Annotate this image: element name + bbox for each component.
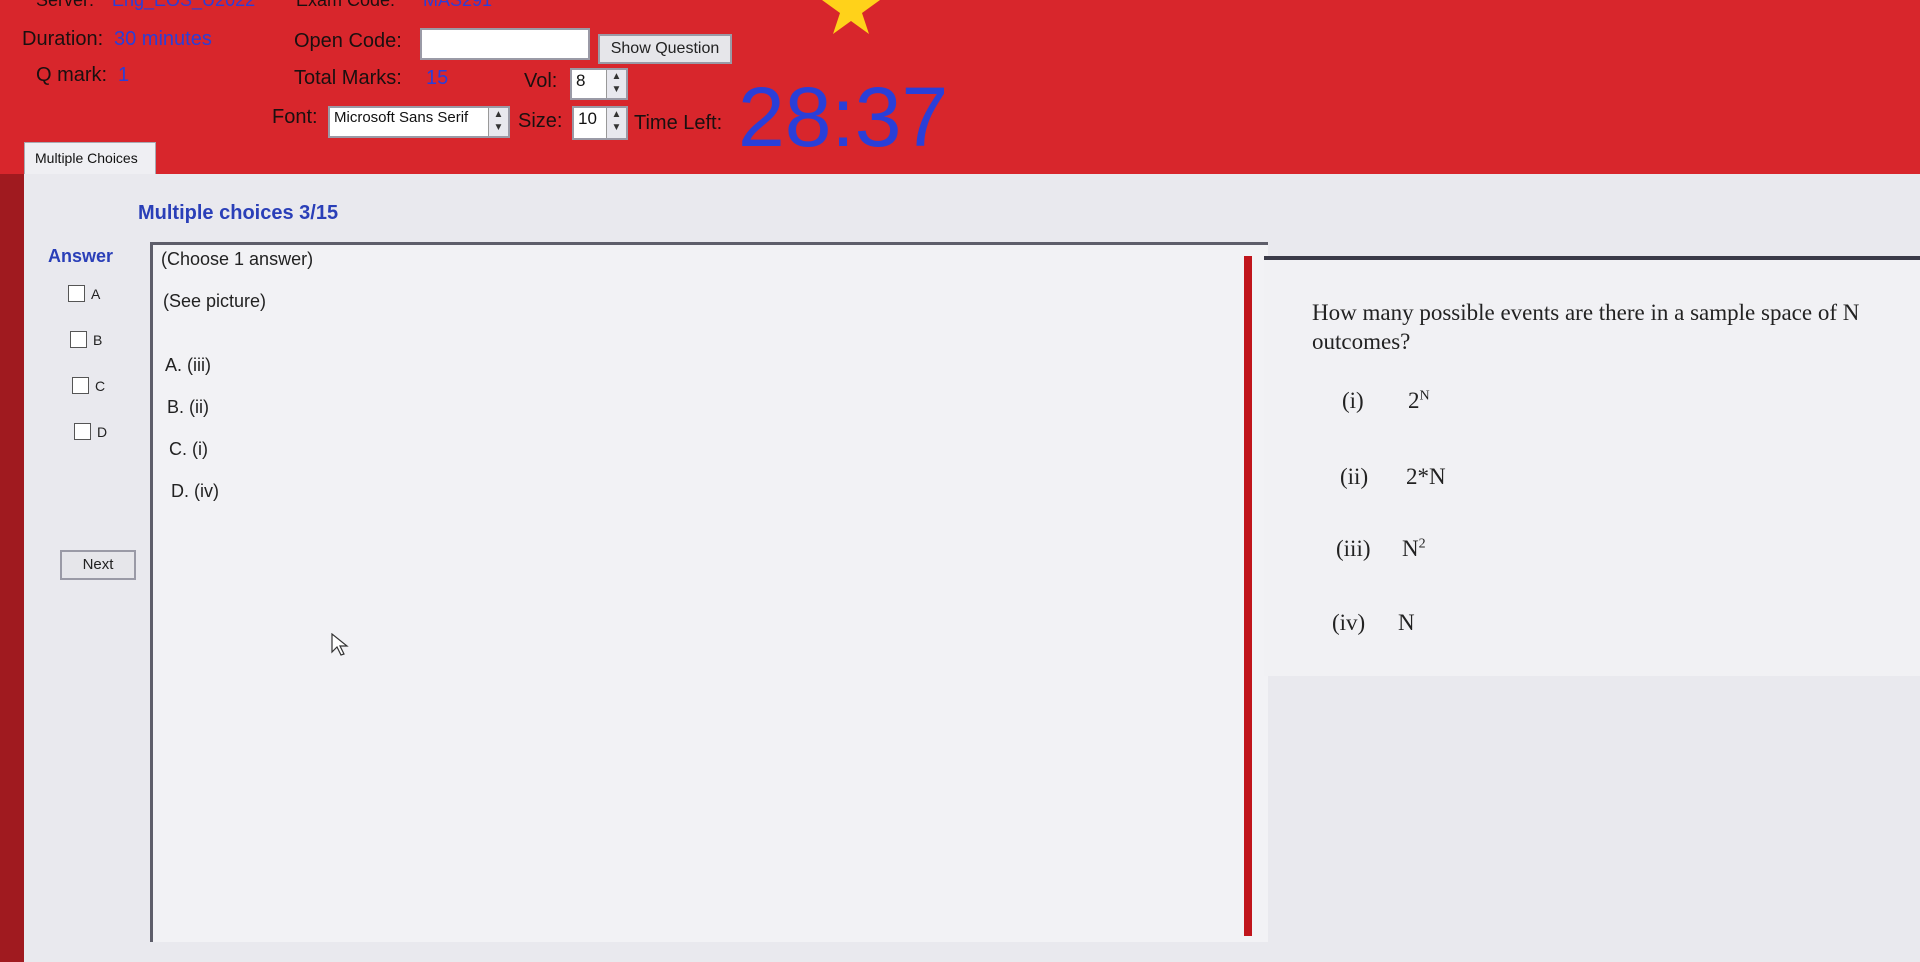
exam-code-label: Exam Code:	[296, 0, 396, 10]
exam-code-value: MAS291	[423, 0, 493, 10]
size-spinner[interactable]: 10 ▲ ▼	[572, 106, 628, 140]
vol-spinner[interactable]: 8 ▲ ▼	[570, 68, 628, 100]
divider	[1244, 256, 1252, 936]
picture-item-expression: 2N	[1408, 388, 1430, 413]
mouse-cursor-icon	[331, 633, 349, 656]
choice-c: C. (i)	[169, 439, 208, 459]
instruction-text: (Choose 1 answer)	[161, 249, 314, 269]
open-code-label: Open Code:	[294, 30, 402, 52]
time-left-label: Time Left:	[634, 112, 723, 134]
countdown-timer: 28:37	[738, 70, 949, 164]
checkbox[interactable]	[70, 331, 87, 349]
total-marks-value: 15	[426, 67, 449, 89]
duration-value: 30 minutes	[114, 28, 212, 50]
checkbox[interactable]	[68, 285, 85, 303]
font-label: Font:	[272, 106, 318, 128]
option-label: A	[91, 285, 101, 302]
panel-title: Multiple choices 3/15	[138, 202, 339, 224]
q-mark-label: Q mark:	[36, 64, 108, 86]
size-value: 10	[578, 109, 597, 128]
checkbox[interactable]	[72, 377, 89, 395]
font-value: Microsoft Sans Serif	[334, 109, 469, 126]
picture-item-roman: (iii)	[1336, 536, 1371, 561]
font-select[interactable]: Microsoft Sans Serif ▲ ▼	[328, 106, 510, 138]
see-picture-text: (See picture)	[163, 291, 267, 311]
option-label: B	[93, 331, 103, 348]
left-edge	[0, 174, 24, 962]
picture-item-expression: 2*N	[1406, 464, 1446, 489]
answer-option-d[interactable]: D	[74, 423, 107, 441]
server-value: Eng_EOS_U2022	[112, 0, 256, 10]
server-label: Server:	[36, 0, 95, 10]
duration-label: Duration:	[22, 28, 104, 50]
next-button[interactable]: Next	[60, 550, 136, 580]
star-icon	[822, 0, 880, 34]
spinner-arrows-icon[interactable]: ▲ ▼	[606, 70, 626, 98]
picture-item-expression: N2	[1402, 536, 1426, 561]
picture-item-roman: (iv)	[1332, 610, 1366, 635]
spinner-arrows-icon[interactable]: ▲ ▼	[606, 108, 626, 138]
option-label: C	[95, 377, 106, 394]
picture-question-text: How many possible events are there in a …	[1312, 300, 1860, 354]
checkbox[interactable]	[74, 423, 91, 441]
picture-item-roman: (ii)	[1340, 464, 1369, 489]
total-marks-label: Total Marks:	[294, 67, 402, 89]
choice-a: A. (iii)	[165, 355, 211, 375]
tab-multiple-choices[interactable]: Multiple Choices	[24, 142, 156, 174]
vol-value: 8	[576, 71, 586, 90]
show-question-button[interactable]: Show Question	[598, 34, 732, 64]
option-label: D	[97, 423, 108, 440]
q-mark-value: 1	[118, 64, 130, 86]
answer-option-c[interactable]: C	[72, 377, 105, 395]
question-text-box: (Choose 1 answer) (See picture) A. (iii)…	[150, 242, 1268, 942]
choice-b: B. (ii)	[167, 397, 209, 417]
choice-d: D. (iv)	[171, 481, 219, 501]
size-label: Size:	[518, 110, 563, 132]
picture-item-roman: (i)	[1342, 388, 1364, 413]
vol-label: Vol:	[524, 70, 558, 92]
open-code-input[interactable]	[420, 28, 590, 60]
answer-option-a[interactable]: A	[68, 285, 100, 303]
spinner-arrows-icon[interactable]: ▲ ▼	[488, 108, 508, 136]
answer-option-b[interactable]: B	[70, 331, 102, 349]
question-picture: How many possible events are there in a …	[1264, 256, 1920, 676]
header-bar: Server: Eng_EOS_U2022 Exam Code: MAS291 …	[0, 0, 1920, 162]
picture-item-expression: N	[1398, 610, 1415, 635]
answer-label: Answer	[48, 246, 114, 266]
